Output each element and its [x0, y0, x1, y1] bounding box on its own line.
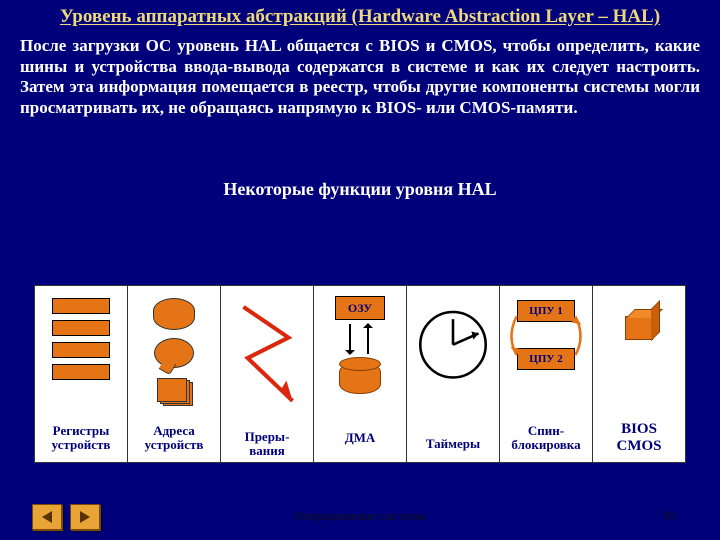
page-number: 95: [663, 508, 676, 524]
registers-icon: [52, 298, 110, 386]
cell-addresses-label: Адреса устройств: [128, 418, 220, 462]
cell-timers: Таймеры: [407, 285, 500, 463]
cell-interrupts-label: Преры- вания: [243, 424, 292, 468]
cell-spinlock-label: Спин- блокировка: [509, 418, 582, 462]
page-title: Уровень аппаратных абстракций (Hardware …: [0, 0, 720, 30]
cell-bios: BIOS CMOS: [593, 285, 686, 463]
cell-addresses: Адреса устройств: [128, 285, 221, 463]
body-paragraph: После загрузки ОС уровень HAL общается с…: [0, 30, 720, 119]
cell-interrupts: Преры- вания: [221, 285, 314, 463]
cylinder-icon: [153, 298, 195, 330]
cell-registers: Регистры устройств: [34, 285, 128, 463]
cube-icon: [625, 316, 653, 340]
section-subtitle: Некоторые функции уровня HAL: [0, 179, 720, 200]
spin-arrows-icon: [500, 286, 592, 418]
lightning-icon: [221, 286, 313, 424]
cell-timers-label: Таймеры: [424, 424, 482, 468]
speech-bubble-icon: [154, 338, 194, 368]
cell-dma-label: ДМА: [343, 418, 378, 462]
hal-functions-row: Регистры устройств Адреса устройств Прер…: [34, 285, 686, 463]
arrow-up-icon: [367, 324, 369, 354]
arrow-down-icon: [349, 324, 351, 354]
documents-icon: [157, 378, 191, 404]
ram-box: ОЗУ: [335, 296, 385, 320]
clock-icon: [407, 286, 499, 424]
cell-bios-label: BIOS CMOS: [615, 417, 664, 462]
disk-cylinder-icon: [339, 362, 381, 394]
cell-dma: ОЗУ ДМА: [314, 285, 407, 463]
cell-registers-label: Регистры устройств: [35, 418, 127, 462]
cell-spinlock: ЦПУ 1 ЦПУ 2 Спин- блокировка: [500, 285, 593, 463]
footer-text: Операционные системы: [0, 508, 720, 524]
